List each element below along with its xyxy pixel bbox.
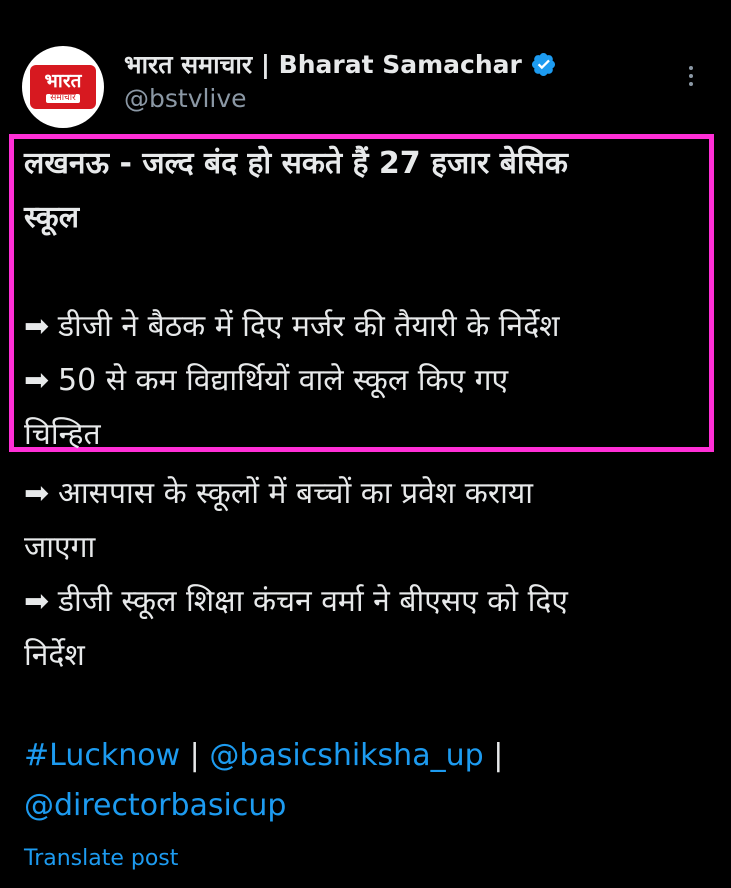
arrow-icon: ➡ [24,309,50,344]
hashtag-lucknow-link[interactable]: #Lucknow [24,738,180,773]
logo-main-text: भारत [44,69,82,92]
more-dot [689,82,693,86]
bullet-3-continued: जाएगा [24,530,96,565]
more-dot [689,74,693,78]
bullet-4: ➡ डीजी स्कूल शिक्षा कंचन वर्मा ने बीएसए क… [24,582,568,622]
bullet-1: ➡ डीजी ने बैठक में दिए मर्जर की तैयारी के… [24,307,560,347]
avatar[interactable]: भारत समाचार [22,46,104,128]
mention-directorbasicup-link[interactable]: @directorbasicup [24,788,286,823]
logo-sub-text: समाचार [46,93,80,103]
translate-post-link[interactable]: Translate post [24,846,178,871]
headline-line-2: स्कूल [24,200,80,235]
arrow-icon: ➡ [24,363,50,398]
more-options-icon[interactable] [676,58,706,94]
bullet-3-text: आसपास के स्कूलों में बच्चों का प्रवेश कर… [58,476,534,511]
author-handle[interactable]: @bstvlive [124,84,247,113]
arrow-icon: ➡ [24,476,50,511]
verified-badge-icon [531,52,555,76]
arrow-icon: ➡ [24,584,50,619]
bullet-3: ➡ आसपास के स्कूलों में बच्चों का प्रवेश क… [24,474,533,514]
bullet-2: ➡ 50 से कम विद्यार्थियों वाले स्कूल किए ग… [24,361,508,401]
tweet-card: भारत समाचार भारत समाचार | Bharat Samacha… [0,0,731,888]
bullet-1-text: डीजी ने बैठक में दिए मर्जर की तैयारी के … [58,309,560,344]
separator: | [189,738,200,773]
author-name-row[interactable]: भारत समाचार | Bharat Samachar [124,44,557,84]
bharat-samachar-logo: भारत समाचार [30,65,96,109]
author-display-name[interactable]: भारत समाचार | Bharat Samachar [124,47,522,81]
bullet-4-continued: निर्देश [24,638,85,673]
tags-line-1: #Lucknow | @basicshiksha_up | [24,736,503,776]
tags-line-2: @directorbasicup [24,786,286,826]
more-dot [689,66,693,70]
bullet-2-continued: चिन्हित [24,417,101,452]
bullet-2-text: 50 से कम विद्यार्थियों वाले स्कूल किए गए [58,363,509,398]
bullet-4-text: डीजी स्कूल शिक्षा कंचन वर्मा ने बीएसए को… [58,584,568,619]
headline-line-1: लखनऊ - जल्द बंद हो सकते हैं 27 हजार बेसि… [24,146,568,181]
mention-basicshiksha-link[interactable]: @basicshiksha_up [209,738,483,773]
separator: | [493,738,504,773]
